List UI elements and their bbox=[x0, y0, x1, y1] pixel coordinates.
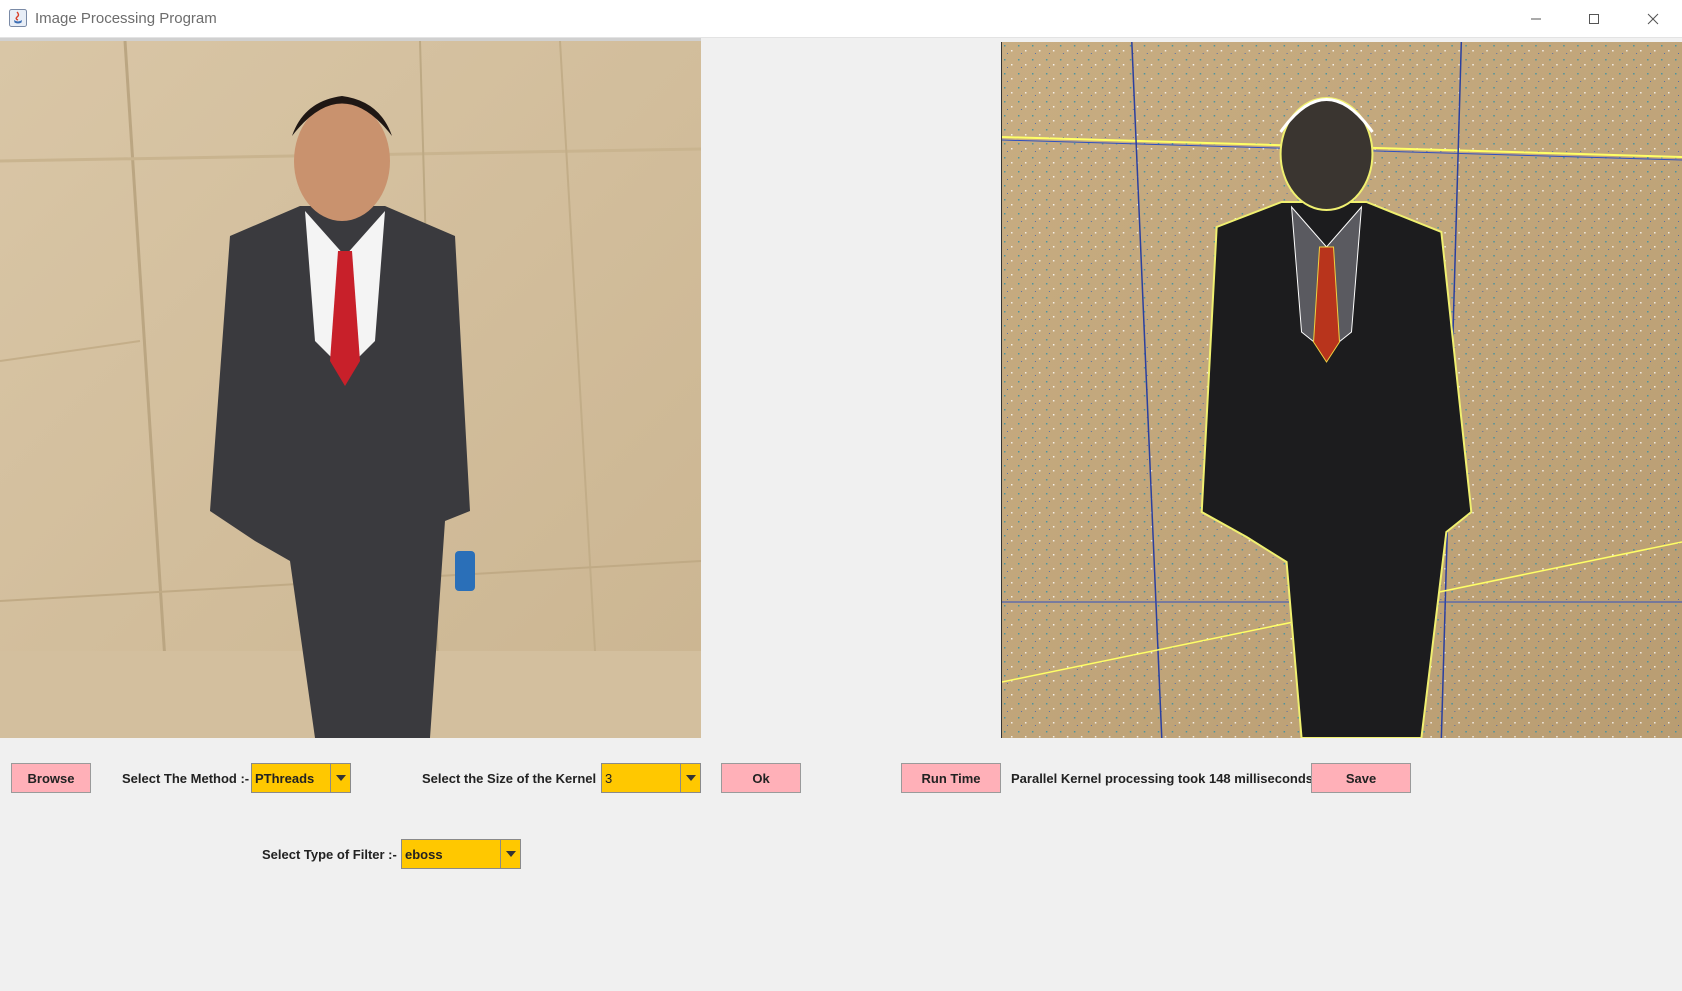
java-app-icon bbox=[9, 9, 27, 27]
browse-button[interactable]: Browse bbox=[11, 763, 91, 793]
filter-type-label: Select Type of Filter :- bbox=[262, 847, 397, 862]
filter-type-select-value: eboss bbox=[405, 847, 443, 862]
save-button[interactable]: Save bbox=[1311, 763, 1411, 793]
close-button[interactable] bbox=[1624, 0, 1682, 37]
minimize-icon bbox=[1531, 18, 1541, 19]
chevron-down-icon[interactable] bbox=[330, 764, 350, 792]
minimize-button[interactable] bbox=[1507, 0, 1565, 37]
window-title: Image Processing Program bbox=[35, 10, 217, 27]
kernel-size-select[interactable]: 3 bbox=[601, 763, 701, 793]
processed-image bbox=[1001, 42, 1682, 738]
method-label: Select The Method :- bbox=[122, 771, 250, 786]
chevron-down-icon[interactable] bbox=[500, 840, 520, 868]
chevron-down-icon[interactable] bbox=[680, 764, 700, 792]
kernel-size-label: Select the Size of the Kernel :- bbox=[422, 771, 609, 786]
runtime-status-text: Parallel Kernel processing took 148 mill… bbox=[1011, 771, 1314, 786]
filter-type-select[interactable]: eboss bbox=[401, 839, 521, 869]
ok-button[interactable]: Ok bbox=[721, 763, 801, 793]
maximize-icon bbox=[1589, 13, 1599, 24]
run-time-button[interactable]: Run Time bbox=[901, 763, 1001, 793]
method-select-value: PThreads bbox=[255, 771, 315, 786]
original-image bbox=[0, 38, 701, 738]
title-bar: Image Processing Program bbox=[0, 0, 1682, 38]
close-icon bbox=[1647, 13, 1659, 24]
maximize-button[interactable] bbox=[1565, 0, 1623, 37]
method-select[interactable]: PThreads bbox=[251, 763, 351, 793]
kernel-size-select-value: 3 bbox=[605, 771, 613, 786]
